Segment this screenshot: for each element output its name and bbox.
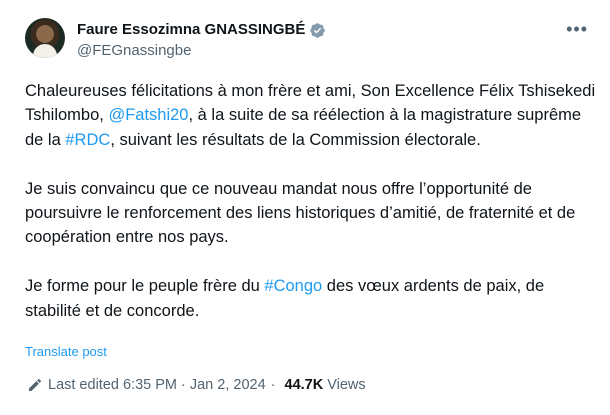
author-handle[interactable]: @FEGnassingbe — [77, 42, 326, 60]
verified-badge-icon[interactable] — [309, 22, 326, 39]
post-card: Faure Essozimna GNASSINGBÉ @FEGnassingbe… — [0, 0, 610, 415]
post-meta: Last edited 6:35 PM · Jan 2, 2024 · 44.7… — [27, 377, 366, 393]
meta-separator: · — [270, 377, 276, 393]
views-label: Views — [327, 377, 366, 393]
author-display-name[interactable]: Faure Essozimna GNASSINGBÉ — [77, 21, 305, 39]
avatar[interactable] — [25, 18, 65, 58]
name-row: Faure Essozimna GNASSINGBÉ — [77, 21, 326, 39]
translate-post-link[interactable]: Translate post — [25, 344, 107, 359]
post-text-p2: Je suis convaincu que ce nouveau mandat … — [25, 179, 580, 247]
post-text-p1-c: , suivant les résultats de la Commission… — [110, 130, 481, 149]
hashtag-link-rdc[interactable]: #RDC — [65, 131, 110, 149]
post-text: Chaleureuses félicitations à mon frère e… — [25, 79, 600, 323]
hashtag-link-congo[interactable]: #Congo — [264, 277, 322, 295]
post-header: Faure Essozimna GNASSINGBÉ @FEGnassingbe — [77, 21, 326, 60]
views-count: 44.7K — [284, 377, 324, 393]
mention-link[interactable]: @Fatshi20 — [108, 106, 188, 124]
pencil-icon[interactable] — [27, 377, 43, 393]
post-text-p3-a: Je forme pour le peuple frère du — [25, 277, 265, 296]
more-options-icon[interactable]: ••• — [566, 20, 588, 38]
edited-timestamp[interactable]: Last edited 6:35 PM · Jan 2, 2024 — [48, 377, 266, 393]
